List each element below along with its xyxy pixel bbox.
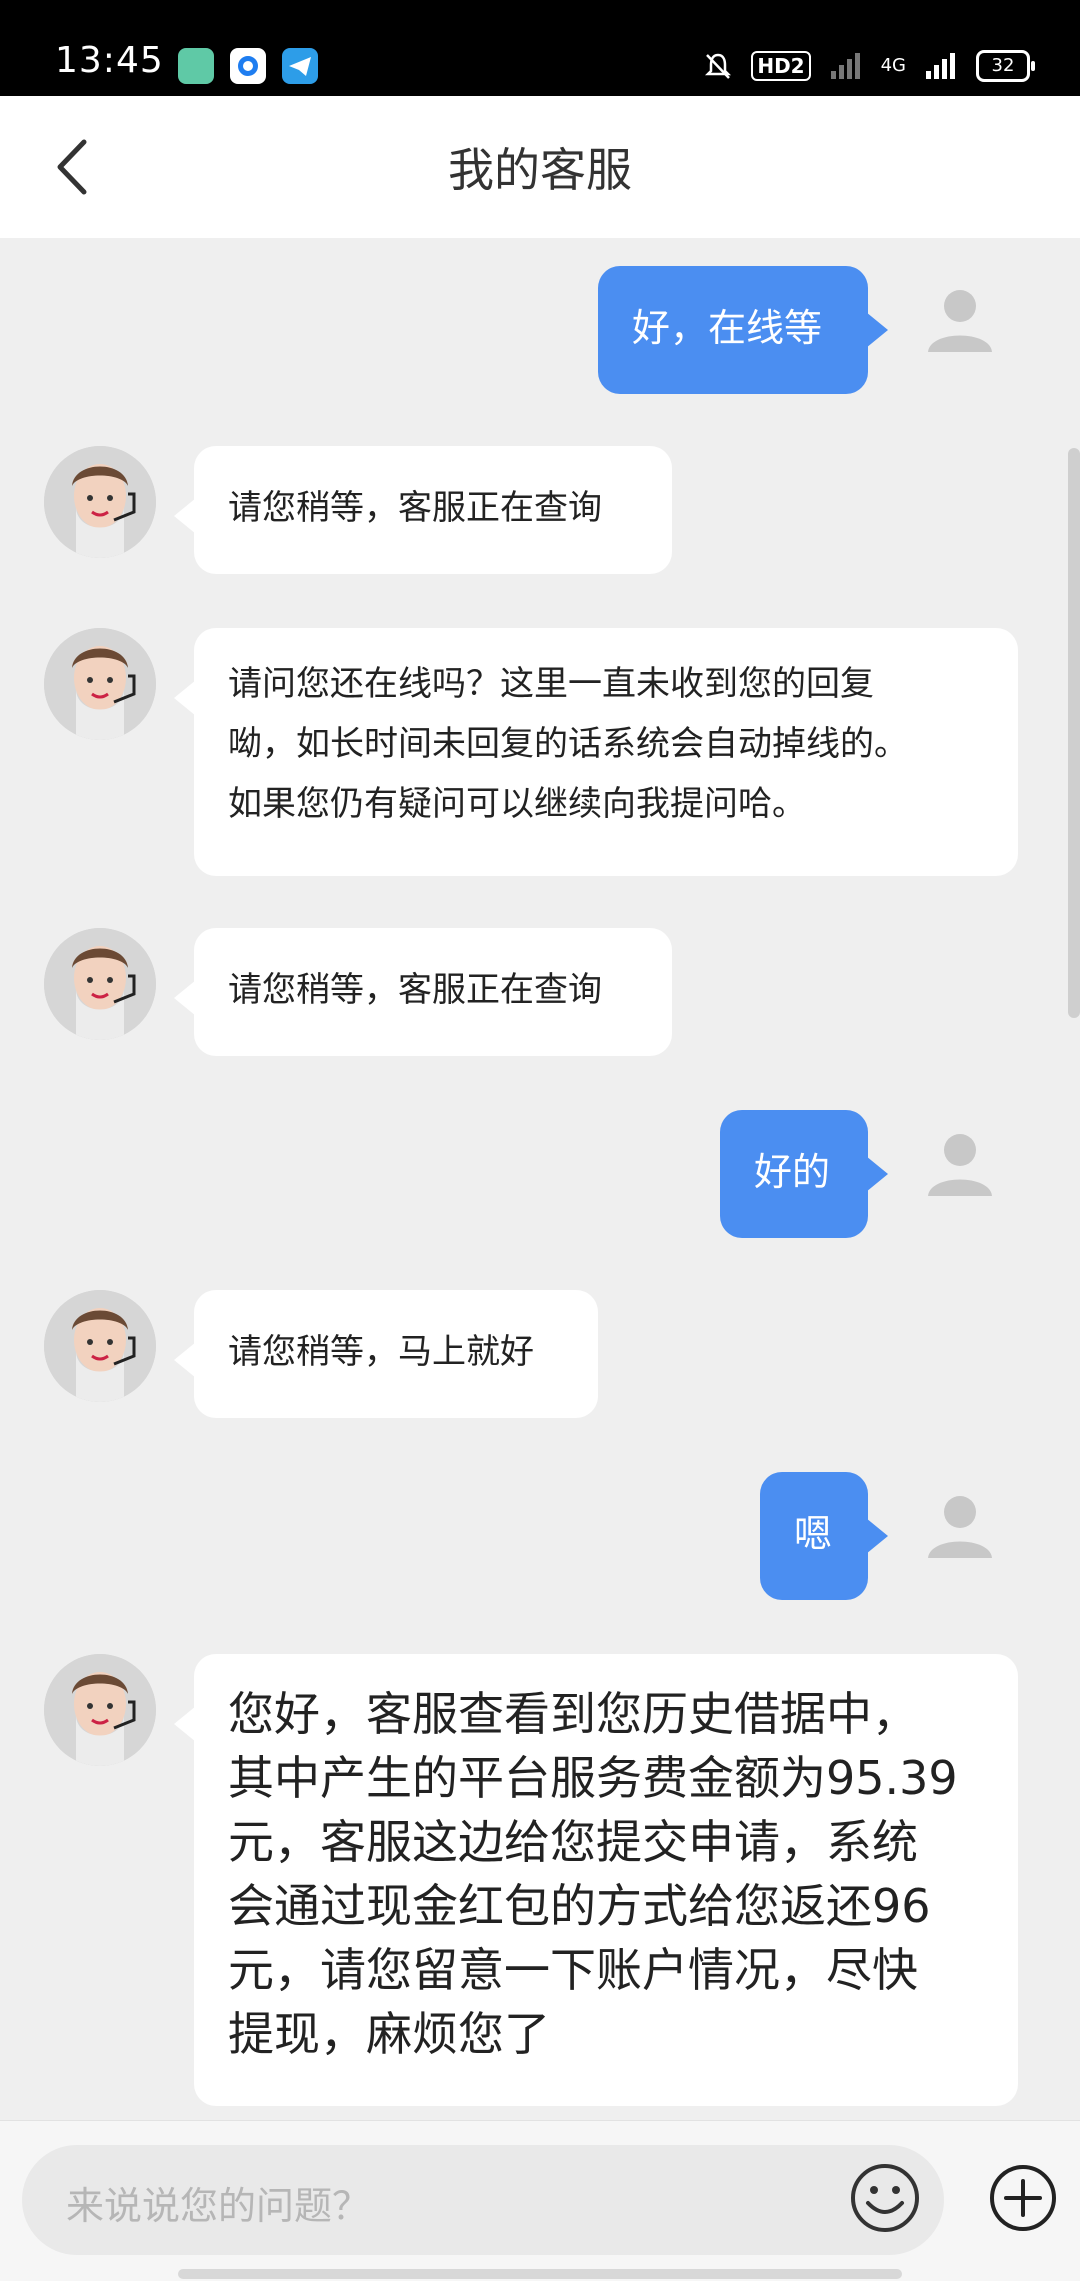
- agent-message-bubble: 请您稍等，马上就好: [174, 1290, 598, 1418]
- agent-avatar-icon: [44, 928, 156, 1040]
- agent-message-bubble: 请您稍等，客服正在查询: [174, 928, 672, 1056]
- agent-avatar-icon: [44, 1654, 156, 1766]
- message-line: 呦，如长时间未回复的话系统会自动掉线的。: [228, 724, 908, 764]
- message-line: 会通过现金红包的方式给您返还96: [228, 1879, 931, 1933]
- signal-icon: [830, 53, 860, 79]
- agent-message-bubble: 您好，客服查看到您历史借据中， 其中产生的平台服务费金额为95.39 元，客服这…: [174, 1654, 1018, 2106]
- message-line: 元，请您留意一下账户情况，尽快: [228, 1943, 918, 1997]
- network-type: 4G: [880, 55, 906, 76]
- status-time: 13:45: [55, 40, 164, 81]
- message-text: 请您稍等，客服正在查询: [228, 970, 602, 1010]
- message-line: 元，客服这边给您提交申请，系统: [228, 1815, 918, 1869]
- user-avatar-icon: [928, 1496, 992, 1558]
- message-input[interactable]: 来说说您的问题？: [22, 2145, 944, 2255]
- user-avatar-icon: [928, 290, 992, 352]
- agent-avatar-icon: [44, 628, 156, 740]
- app-notification-icon: [230, 48, 266, 84]
- user-message-bubble: 嗯: [760, 1472, 888, 1600]
- smiley-icon[interactable]: [848, 2161, 922, 2235]
- mute-bell-icon: [705, 53, 732, 79]
- message-text: 嗯: [794, 1512, 833, 1556]
- user-avatar-icon: [928, 1134, 992, 1196]
- battery-icon: 32: [976, 50, 1035, 82]
- chat-area[interactable]: 好，在线等 请您稍等，客服正在查询 请问您还在线吗？这里一直未收到您的回复 呦，…: [0, 238, 1080, 2120]
- app-header: 我的客服: [0, 96, 1080, 238]
- input-bar: 来说说您的问题？: [0, 2120, 1080, 2281]
- message-text: 请您稍等，马上就好: [228, 1332, 534, 1372]
- agent-message-bubble: 请问您还在线吗？这里一直未收到您的回复 呦，如长时间未回复的话系统会自动掉线的。…: [174, 628, 1018, 876]
- message-text: 好，在线等: [632, 306, 823, 350]
- message-line: 您好，客服查看到您历史借据中，: [228, 1687, 918, 1741]
- status-bar: 13:45 HD2 4G 32: [0, 0, 1080, 96]
- agent-avatar-icon: [44, 446, 156, 558]
- status-indicators: HD2 4G 32: [703, 48, 1035, 84]
- gesture-handle: [178, 2269, 902, 2279]
- agent-message-bubble: 请您稍等，客服正在查询: [174, 446, 672, 574]
- hd-badge: HD2: [751, 51, 811, 81]
- agent-avatar-icon: [44, 1290, 156, 1402]
- user-message-bubble: 好的: [720, 1110, 888, 1238]
- message-line: 如果您仍有疑问可以继续向我提问哈。: [228, 784, 806, 824]
- scrollbar[interactable]: [1068, 448, 1080, 1018]
- input-placeholder: 来说说您的问题？: [66, 2184, 371, 2228]
- message-line: 提现，麻烦您了: [228, 2007, 550, 2061]
- message-text: 请您稍等，客服正在查询: [228, 488, 602, 528]
- message-text: 好的: [754, 1150, 831, 1194]
- plus-circle-icon[interactable]: [988, 2163, 1058, 2233]
- telegram-icon: [282, 48, 318, 84]
- message-line: 其中产生的平台服务费金额为95.39: [228, 1751, 958, 1805]
- message-line: 请问您还在线吗？这里一直未收到您的回复: [228, 664, 874, 704]
- battery-level: 32: [991, 55, 1015, 76]
- signal-icon: [926, 53, 955, 79]
- page-title: 我的客服: [448, 143, 632, 197]
- app-notification-icon: [178, 48, 214, 84]
- user-message-bubble: 好，在线等: [598, 266, 888, 394]
